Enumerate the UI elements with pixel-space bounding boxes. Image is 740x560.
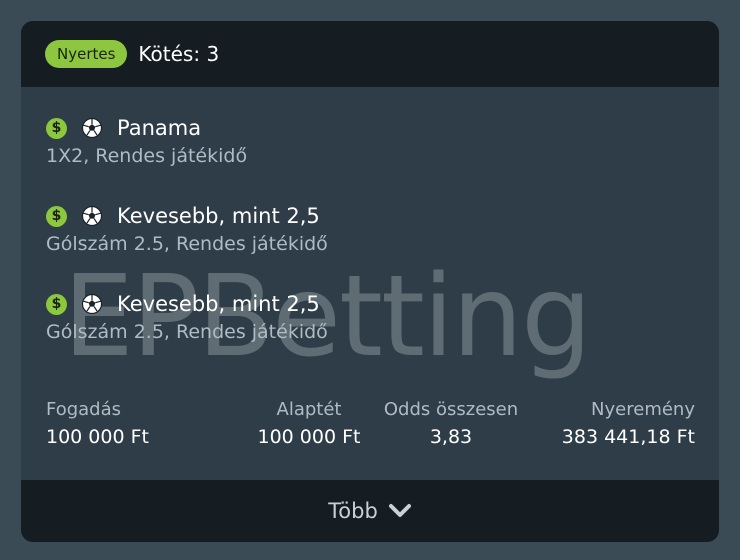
- dollar-icon: $: [46, 117, 67, 139]
- status-badge: Nyertes: [45, 40, 128, 68]
- selection-item: $ Kevesebb, mint 2,5 Gólszám 2.5, Rendes…: [46, 291, 328, 343]
- soccer-ball-icon: [81, 293, 103, 315]
- selection-item: $ Kevesebb, mint 2,5 Gólszám 2.5, Rendes…: [46, 203, 328, 255]
- winnings-label: Nyeremény: [591, 399, 695, 420]
- stake-label: Fogadás: [46, 399, 122, 420]
- total-odds-value: 3,83: [429, 426, 473, 448]
- selection-title: Kevesebb, mint 2,5: [117, 292, 320, 316]
- base-stake-value: 100 000 Ft: [257, 426, 361, 448]
- dollar-icon: $: [46, 205, 67, 227]
- base-stake-label: Alaptét: [276, 399, 342, 420]
- bet-summary: Fogadás 100 000 Ft Alaptét 100 000 Ft Od…: [46, 399, 695, 459]
- selection-market: Gólszám 2.5, Rendes játékidő: [46, 233, 328, 255]
- selection-title: Panama: [117, 116, 202, 140]
- total-odds-label: Odds összesen: [383, 399, 519, 420]
- more-label: Több: [328, 499, 378, 523]
- bet-card: Nyertes Kötés: 3 EPBetting $ Panama 1X2,…: [21, 21, 719, 542]
- more-button[interactable]: Több: [21, 480, 719, 542]
- soccer-ball-icon: [81, 205, 103, 227]
- stake-stat: Fogadás 100 000 Ft: [46, 399, 149, 448]
- soccer-ball-icon: [81, 117, 103, 139]
- bet-card-header: Nyertes Kötés: 3: [21, 21, 719, 87]
- winnings-value: 383 441,18 Ft: [561, 426, 695, 448]
- base-stake-stat: Alaptét 100 000 Ft: [234, 399, 384, 448]
- bet-type-title: Kötés: 3: [138, 42, 220, 66]
- selection-market: Gólszám 2.5, Rendes játékidő: [46, 321, 328, 343]
- chevron-down-icon: [388, 504, 411, 517]
- selection-title: Kevesebb, mint 2,5: [117, 204, 320, 228]
- selection-item: $ Panama 1X2, Rendes játékidő: [46, 115, 247, 167]
- winnings-stat: Nyeremény 383 441,18 Ft: [562, 399, 695, 448]
- selection-market: 1X2, Rendes játékidő: [46, 145, 248, 167]
- total-odds-stat: Odds összesen 3,83: [376, 399, 526, 448]
- dollar-icon: $: [46, 293, 67, 315]
- stake-value: 100 000 Ft: [46, 426, 149, 448]
